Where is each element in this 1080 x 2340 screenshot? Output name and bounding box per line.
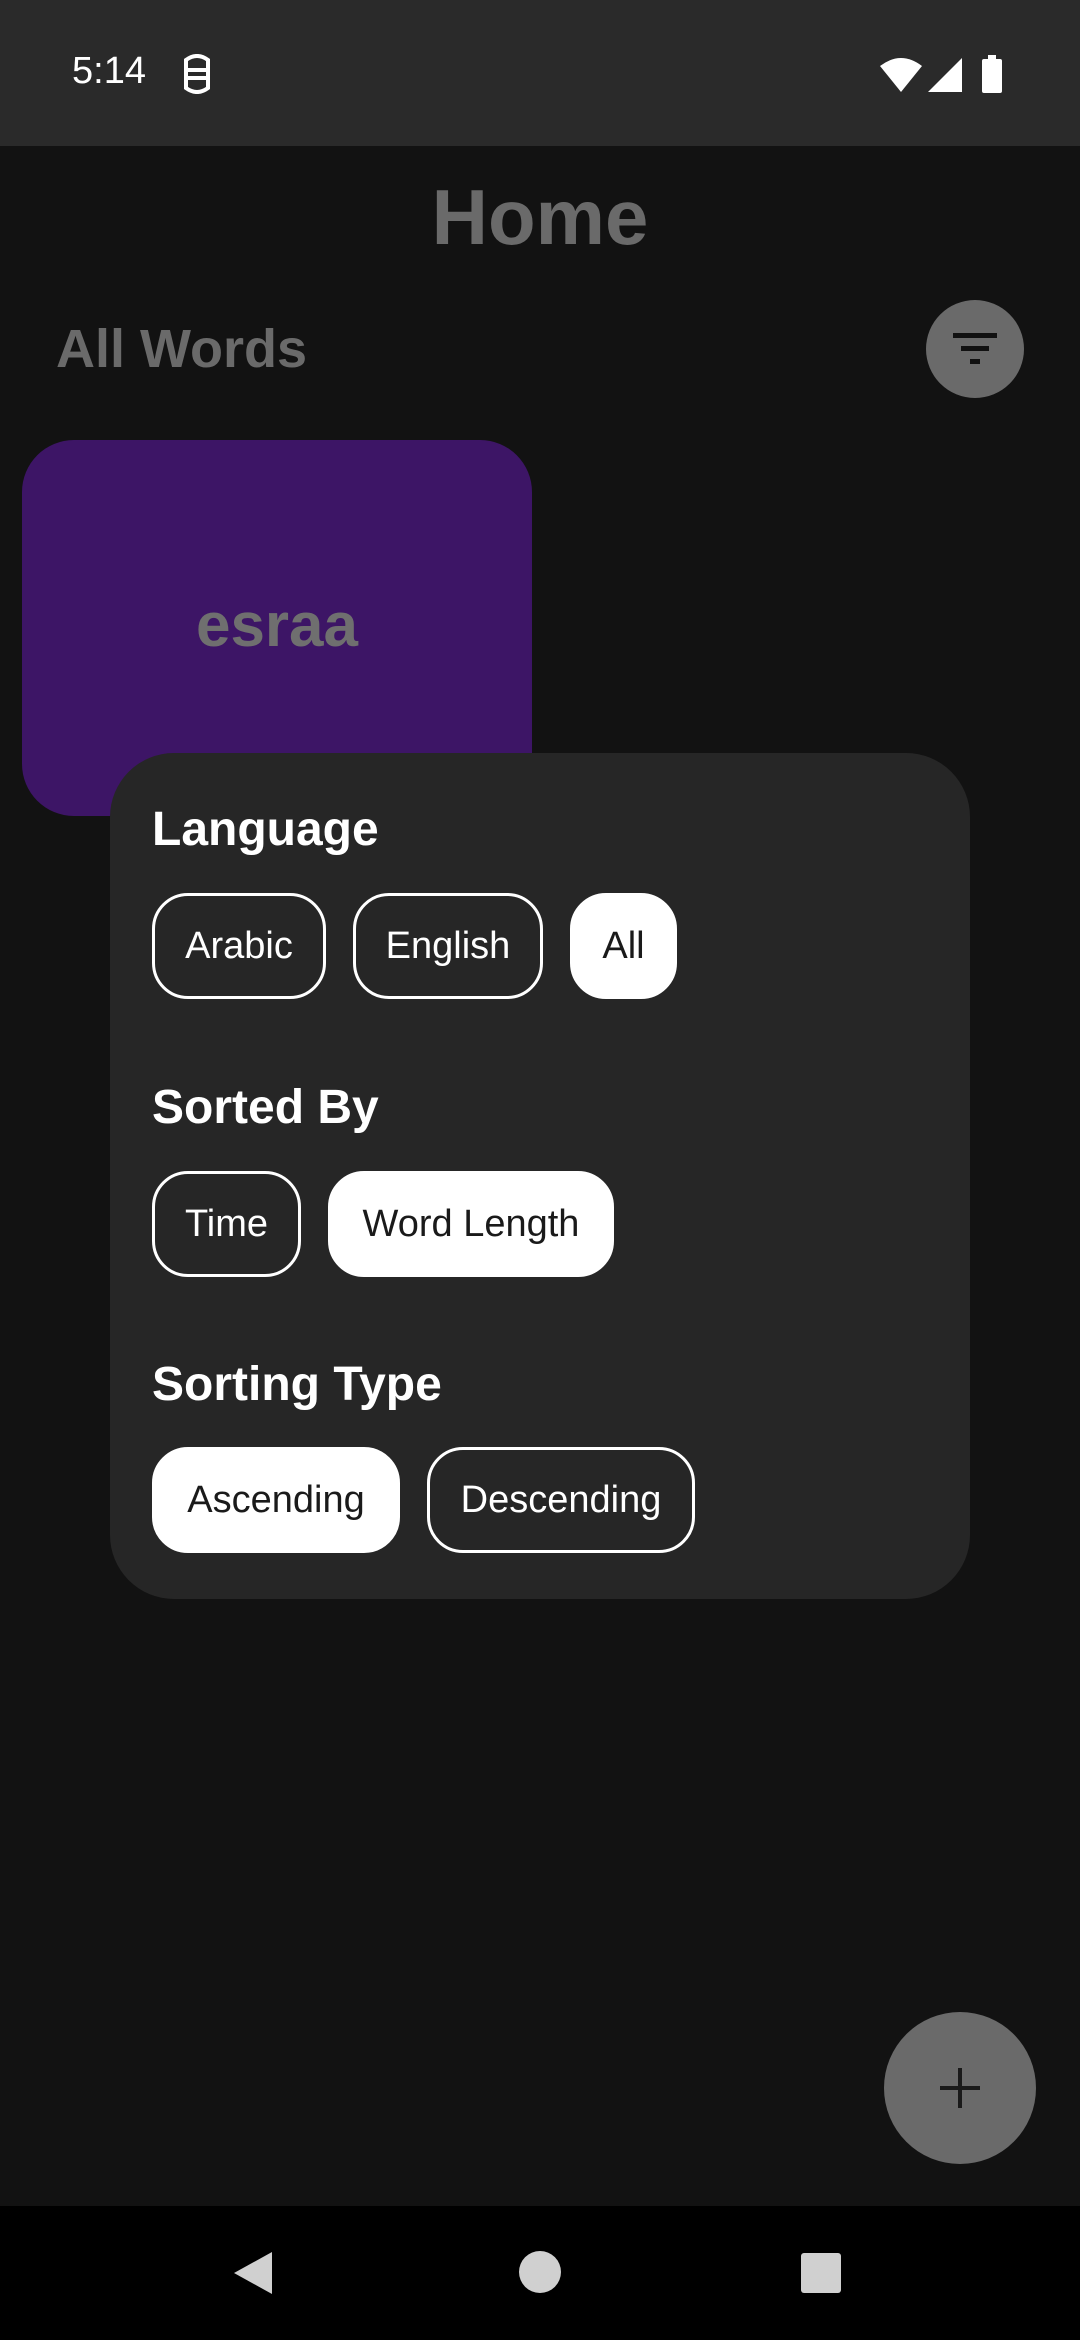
plus-icon	[940, 2068, 980, 2108]
notification-icon	[184, 54, 210, 94]
filter-icon	[953, 333, 997, 364]
chip-language-all[interactable]: All	[570, 893, 677, 999]
sorted-by-heading: Sorted By	[152, 1081, 379, 1134]
all-words-title: All Words	[56, 319, 308, 379]
home-icon[interactable]	[518, 2250, 562, 2294]
chip-language-arabic[interactable]: Arabic	[152, 893, 326, 999]
chip-order-ascending[interactable]: Ascending	[152, 1447, 400, 1553]
back-icon[interactable]	[232, 2250, 274, 2296]
sorting-type-heading: Sorting Type	[152, 1358, 442, 1411]
page-title: Home	[431, 173, 649, 261]
filter-button[interactable]	[926, 300, 1024, 398]
language-heading: Language	[152, 803, 379, 856]
chip-sort-time[interactable]: Time	[152, 1171, 301, 1277]
status-bar: 5:14	[0, 0, 1080, 146]
add-word-button[interactable]	[884, 2012, 1036, 2164]
status-time: 5:14	[72, 50, 146, 92]
battery-icon	[982, 55, 1002, 93]
wifi-icon	[880, 58, 922, 92]
signal-icon	[928, 58, 962, 92]
navigation-bar	[0, 2206, 1080, 2340]
chip-sort-word-length[interactable]: Word Length	[328, 1171, 614, 1277]
word-card-text: esraa	[195, 591, 359, 660]
recents-icon[interactable]	[800, 2252, 842, 2294]
chip-order-descending[interactable]: Descending	[427, 1447, 695, 1553]
chip-language-english[interactable]: English	[353, 893, 543, 999]
filter-sheet: Language Arabic English All Sorted By Ti…	[110, 753, 970, 1599]
